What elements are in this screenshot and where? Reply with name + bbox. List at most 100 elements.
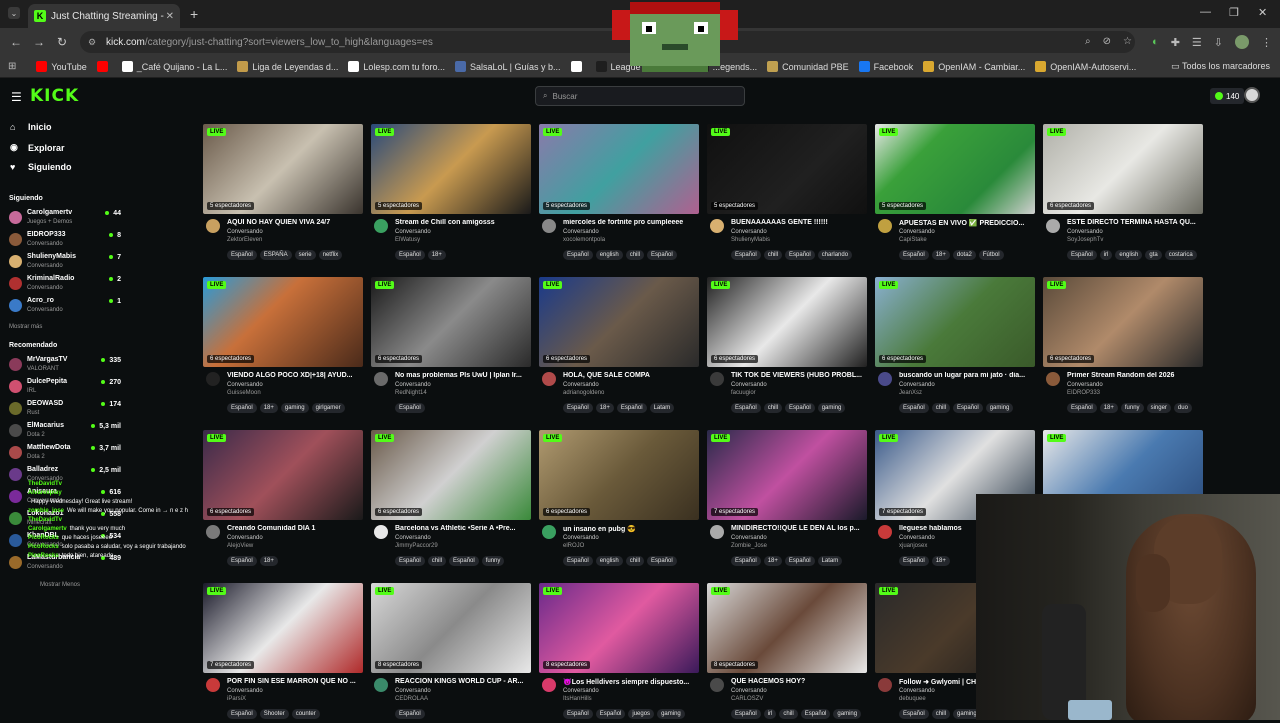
stream-tag[interactable]: duo: [1173, 403, 1192, 413]
stream-category[interactable]: Conversando: [227, 382, 263, 388]
stream-card[interactable]: LIVE 6 espectadores buscando un lugar para…: [875, 277, 1035, 417]
streamer-avatar[interactable]: [878, 525, 892, 539]
streamer-name[interactable]: SoyJosephTv: [1067, 237, 1103, 243]
stream-tag[interactable]: Español: [449, 556, 479, 566]
extensions-puzzle-icon[interactable]: ✚: [1171, 36, 1180, 49]
stream-tag[interactable]: girlgamer: [311, 403, 345, 413]
apps-grid-icon[interactable]: ⊞: [8, 61, 16, 72]
stream-category[interactable]: Conversando: [227, 535, 263, 541]
stream-tag[interactable]: Latam: [649, 403, 675, 413]
stream-category[interactable]: Conversando: [731, 688, 767, 694]
streamer-avatar[interactable]: [374, 525, 388, 539]
nav-inicio[interactable]: ⌂ Inicio: [10, 122, 52, 132]
stream-tag[interactable]: chill: [625, 250, 645, 260]
stream-thumbnail[interactable]: LIVE 6 espectadores: [203, 277, 363, 367]
stream-card[interactable]: LIVE 6 espectadores VIENDO ALGO POCO XD|+1…: [203, 277, 363, 417]
streamer-name[interactable]: ZektorEleven: [227, 237, 262, 243]
stream-tag[interactable]: Español: [899, 250, 929, 260]
stream-category[interactable]: Conversando: [899, 382, 935, 388]
stream-tag[interactable]: Español: [1067, 250, 1097, 260]
stream-category[interactable]: Conversando: [227, 229, 263, 235]
stream-title[interactable]: 😈Los Helldivers siempre dispuesto...: [563, 678, 697, 686]
stream-title[interactable]: No mas problemas Pls UwU | Iplan Ir...: [395, 372, 529, 379]
menu-hamburger-icon[interactable]: ☰: [11, 90, 22, 104]
stream-tag[interactable]: Español: [785, 403, 815, 413]
stream-tag[interactable]: Español: [785, 250, 815, 260]
stream-tag[interactable]: english: [595, 556, 623, 566]
stream-tag[interactable]: Español: [227, 403, 257, 413]
stream-tag[interactable]: english: [1115, 250, 1143, 260]
streamer-avatar[interactable]: [542, 678, 556, 692]
stream-tag[interactable]: juegos: [628, 709, 655, 719]
stream-tag[interactable]: Fútbol: [978, 250, 1004, 260]
stream-category[interactable]: Conversando: [1067, 382, 1103, 388]
stream-tag[interactable]: 18+: [259, 403, 278, 413]
stream-tag[interactable]: chill: [763, 403, 783, 413]
stream-tag[interactable]: 18+: [1099, 403, 1118, 413]
browser-menu-icon[interactable]: ⋮: [1261, 36, 1272, 49]
stream-tag[interactable]: Shooter: [259, 709, 289, 719]
stream-thumbnail[interactable]: LIVE 5 espectadores: [539, 124, 699, 214]
stream-tag[interactable]: 18+: [931, 556, 950, 566]
stream-card[interactable]: LIVE 5 espectadores miercoles de fortnite …: [539, 124, 699, 264]
stream-category[interactable]: Conversando: [563, 382, 599, 388]
stream-tag[interactable]: chill: [931, 403, 951, 413]
stream-title[interactable]: Creando Comunidad DIA 1: [227, 525, 361, 532]
stream-tag[interactable]: 18+: [931, 250, 950, 260]
stream-title[interactable]: buscando un lugar para mi jato · dia...: [899, 372, 1033, 379]
bookmark-item[interactable]: [570, 61, 586, 72]
stream-tag[interactable]: Español: [395, 709, 425, 719]
stream-card[interactable]: LIVE 6 espectadores un insano en pubg 😎 Con…: [539, 430, 699, 570]
stream-tag[interactable]: singer: [1146, 403, 1171, 413]
streamer-avatar[interactable]: [878, 678, 892, 692]
streamer-avatar[interactable]: [206, 525, 220, 539]
stream-tag[interactable]: gaming: [817, 403, 846, 413]
streamer-name[interactable]: debuquee: [899, 696, 926, 702]
reload-button[interactable]: ↻: [57, 35, 67, 49]
stream-tag[interactable]: counter: [291, 709, 320, 719]
stream-title[interactable]: MINIDIRECTO!!QUE LE DEN AL los p...: [731, 525, 865, 532]
stream-card[interactable]: LIVE 8 espectadores REACCION KINGS WORLD C…: [371, 583, 531, 723]
streamer-name[interactable]: iParsiX: [227, 696, 246, 702]
site-info-icon[interactable]: ⚙: [88, 37, 98, 48]
stream-tag[interactable]: Español: [1067, 403, 1097, 413]
stream-thumbnail[interactable]: LIVE 6 espectadores: [371, 277, 531, 367]
stream-tag[interactable]: Español: [227, 250, 257, 260]
stream-title[interactable]: REACCION KINGS WORLD CUP - AR...: [395, 678, 529, 685]
stream-tag[interactable]: Español: [899, 556, 929, 566]
stream-card[interactable]: LIVE 8 espectadores QUE HACEMOS HOY? Conver…: [707, 583, 867, 723]
stream-tag[interactable]: Español: [563, 403, 593, 413]
stream-card[interactable]: LIVE 5 espectadores BUENAAAAAAS GENTE !!!!…: [707, 124, 867, 264]
extension-circle-icon[interactable]: ◐: [1152, 36, 1159, 48]
nav-explorar[interactable]: ◉ Explorar: [10, 142, 65, 153]
stream-tag[interactable]: Español: [647, 250, 677, 260]
tab-search-button[interactable]: ⌄: [8, 7, 20, 19]
streamer-avatar[interactable]: [542, 372, 556, 386]
stream-tag[interactable]: 18+: [259, 556, 278, 566]
streamer-name[interactable]: facuugior: [731, 390, 756, 396]
streamer-name[interactable]: CARLOSZV: [731, 696, 763, 702]
stream-title[interactable]: AQUI NO HAY QUIEN VIVA 24/7: [227, 219, 361, 226]
streamer-name[interactable]: AlejoView: [227, 543, 253, 549]
stream-tag[interactable]: english: [595, 250, 623, 260]
bookmark-item[interactable]: Comunidad PBE: [767, 61, 849, 72]
bookmark-item[interactable]: YouTube: [36, 61, 87, 72]
stream-tag[interactable]: gta: [1145, 250, 1162, 260]
stream-card[interactable]: LIVE 7 espectadores POR FIN SIN ESE MARRON…: [203, 583, 363, 723]
stream-thumbnail[interactable]: LIVE 6 espectadores: [875, 277, 1035, 367]
points-badge[interactable]: 140: [1210, 88, 1245, 104]
bookmark-item[interactable]: Lolesp.com tu foro...: [348, 61, 445, 72]
stream-card[interactable]: LIVE 5 espectadores APUESTAS EN VIVO ✅ PRE…: [875, 124, 1035, 264]
stream-tag[interactable]: Español: [395, 250, 425, 260]
stream-card[interactable]: LIVE 6 espectadores No mas problemas Pls U…: [371, 277, 531, 417]
stream-tag[interactable]: 18+: [427, 250, 446, 260]
stream-tag[interactable]: Español: [563, 556, 593, 566]
stream-thumbnail[interactable]: LIVE 5 espectadores: [203, 124, 363, 214]
new-tab-button[interactable]: +: [190, 6, 198, 22]
stream-tag[interactable]: Español: [563, 250, 593, 260]
stream-thumbnail[interactable]: LIVE 6 espectadores: [539, 277, 699, 367]
streamer-avatar[interactable]: [542, 525, 556, 539]
stream-category[interactable]: Conversando: [731, 229, 767, 235]
stream-tag[interactable]: 18+: [595, 403, 614, 413]
stream-tag[interactable]: Español: [953, 403, 983, 413]
